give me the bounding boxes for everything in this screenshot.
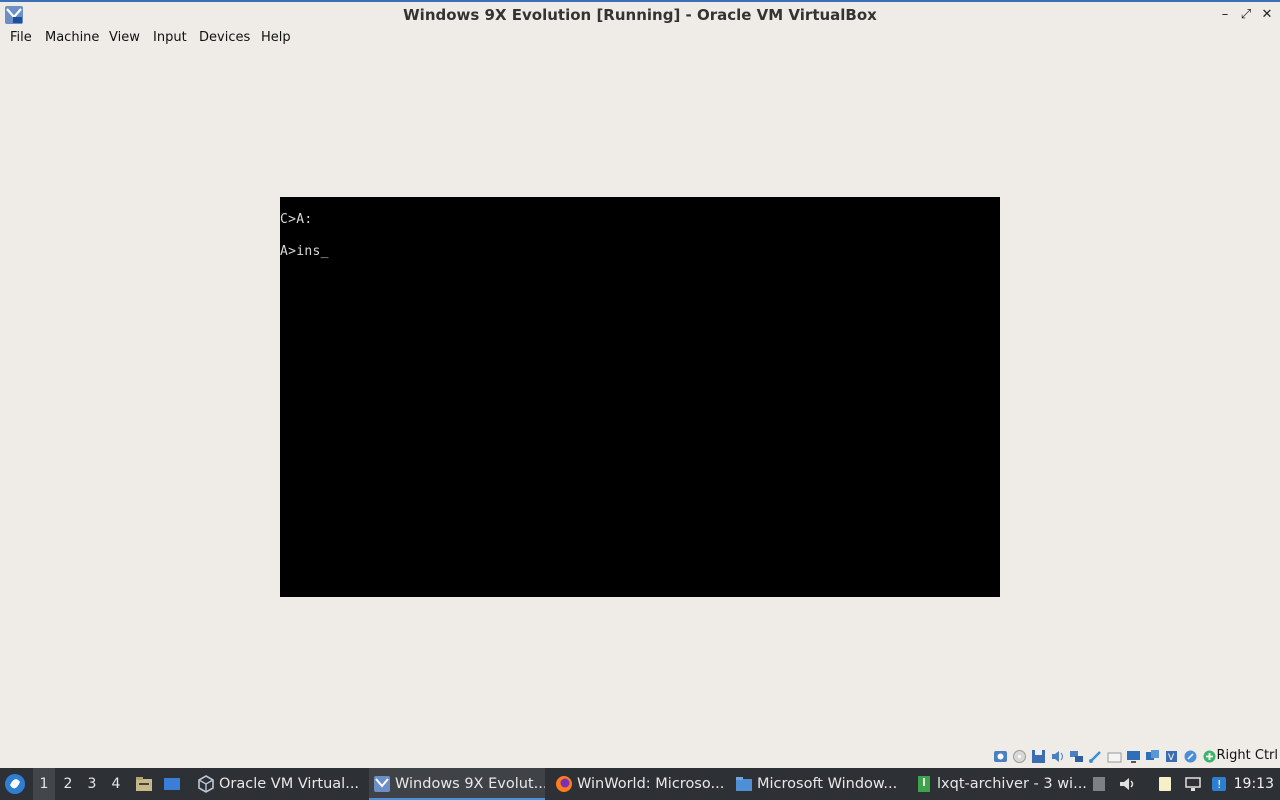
menu-view[interactable]: View <box>109 29 140 47</box>
video-capture-icon[interactable] <box>1145 749 1160 764</box>
file-manager-icon[interactable] <box>135 776 153 792</box>
network-icon[interactable] <box>1069 749 1084 764</box>
firefox-icon <box>556 776 572 792</box>
minimize-button[interactable]: – <box>1216 6 1234 24</box>
menu-input[interactable]: Input <box>153 29 187 47</box>
vm-display[interactable]: C>A: A>ins_ <box>280 197 1000 597</box>
start-menu-icon[interactable] <box>4 773 26 795</box>
optical-drive-icon[interactable] <box>1012 749 1027 764</box>
audio-icon[interactable] <box>1050 749 1065 764</box>
volume-icon[interactable] <box>1118 775 1136 793</box>
close-button[interactable]: ✕ <box>1258 6 1276 24</box>
task-label: WinWorld: Microso... <box>577 776 725 792</box>
task-label: Windows 9X Evolut... <box>395 776 545 792</box>
host-key-label[interactable]: Right Ctrl <box>1217 748 1279 763</box>
network-tray-icon[interactable] <box>1184 775 1202 793</box>
show-desktop-icon[interactable] <box>163 776 181 792</box>
menu-devices[interactable]: Devices <box>199 29 250 47</box>
task-label: Microsoft Window... <box>757 776 898 792</box>
virtualbox-icon <box>198 775 214 793</box>
task-windows-9x-evolution[interactable]: Windows 9X Evolut... <box>369 768 545 800</box>
shared-folders-icon[interactable] <box>1107 749 1122 764</box>
notes-tray-icon[interactable] <box>1156 775 1174 793</box>
menu-file[interactable]: File <box>10 29 32 47</box>
task-microsoft-windows-folder[interactable]: Microsoft Window... <box>731 768 907 800</box>
maximize-button[interactable]: ⤢ <box>1237 6 1255 24</box>
menu-help[interactable]: Help <box>261 29 291 47</box>
usb-icon[interactable] <box>1088 749 1103 764</box>
vm-status-bar: V Right Ctrl <box>990 747 1280 767</box>
workspace-4[interactable]: 4 <box>105 768 127 800</box>
mouse-integration-icon[interactable] <box>1183 749 1198 764</box>
workspace-1[interactable]: 1 <box>33 768 55 800</box>
task-label: Oracle VM Virtual... <box>219 776 360 792</box>
folder-icon <box>736 777 752 791</box>
clock[interactable]: 19:13 <box>1234 768 1274 800</box>
cpu-icon[interactable]: V <box>1164 749 1179 764</box>
workspace-2[interactable]: 2 <box>57 768 79 800</box>
hard-disk-icon[interactable] <box>993 749 1008 764</box>
keyboard-icon[interactable] <box>1202 749 1217 764</box>
svg-text:V: V <box>1168 753 1175 763</box>
update-notifier-icon[interactable]: ! <box>1210 775 1228 793</box>
taskbar: 1 2 3 4 Oracle VM Virtual... Windows 9X … <box>0 768 1280 800</box>
window-title: Windows 9X Evolution [Running] - Oracle … <box>403 6 877 24</box>
task-winworld-firefox[interactable]: WinWorld: Microso... <box>551 768 727 800</box>
floppy-drive-icon[interactable] <box>1031 749 1046 764</box>
vm-window-icon <box>374 776 390 792</box>
clipboard-tray-icon[interactable] <box>1090 775 1108 793</box>
svg-text:!: ! <box>1217 778 1221 791</box>
display-icon[interactable] <box>1126 749 1141 764</box>
window-titlebar[interactable]: Windows 9X Evolution [Running] - Oracle … <box>0 0 1280 29</box>
workspace-3[interactable]: 3 <box>81 768 103 800</box>
task-lxqt-archiver[interactable]: lxqt-archiver - 3 wi... <box>911 768 1087 800</box>
task-label: lxqt-archiver - 3 wi... <box>937 776 1087 792</box>
archive-icon <box>918 776 930 792</box>
menu-machine[interactable]: Machine <box>45 29 99 47</box>
console-line: C>A: <box>280 212 313 227</box>
console-line: A>ins_ <box>280 244 329 259</box>
task-oracle-vm-virtualbox[interactable]: Oracle VM Virtual... <box>193 768 363 800</box>
menu-bar: File Machine View Input Devices Help <box>0 29 1280 47</box>
